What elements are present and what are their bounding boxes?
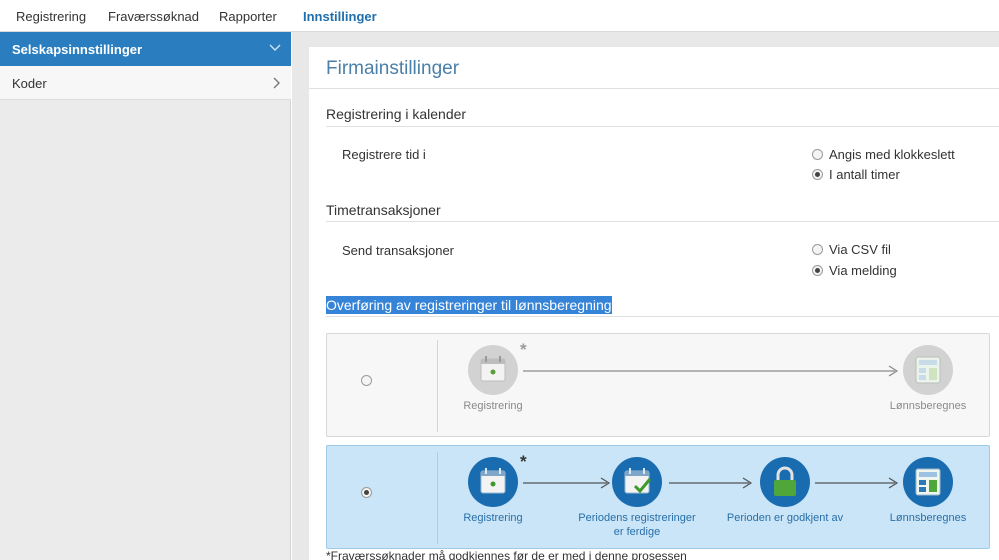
radio-i-antall-timer[interactable]: I antall timer: [812, 167, 900, 182]
radio-label: Via melding: [829, 263, 897, 278]
section-title-transfer: Overføring av registreringer til lønnsbe…: [326, 296, 612, 314]
arrow-right-icon: [815, 477, 899, 489]
tab-registrering[interactable]: Registrering: [16, 9, 86, 24]
step-label-registrering: Registrering: [463, 400, 523, 412]
sidebar-item-label: Selskapsinnstillinger: [12, 42, 143, 57]
step-label-perioden-godkjent: Perioden er godkjent av: [726, 512, 844, 524]
calendar-check-icon: [612, 457, 662, 507]
footnote: *Fraværssøknader må godkjennes før de er…: [326, 549, 687, 560]
section-divider: [326, 126, 999, 127]
top-navigation: Registrering Fraværssøknad Rapporter Inn…: [0, 0, 999, 32]
calendar-icon: [468, 457, 518, 507]
flow-divider: [437, 452, 438, 544]
tab-innstillinger[interactable]: Innstillinger: [303, 9, 377, 24]
section-divider: [326, 316, 999, 317]
flow-option-simple[interactable]: * Registrering Lønnsberegnes: [326, 333, 990, 437]
section-title-calendar: Registrering i kalender: [326, 106, 467, 122]
tab-fravaerssoknad[interactable]: Fraværssøknad: [108, 9, 199, 24]
page-title: Firmainstillinger: [326, 58, 460, 79]
sidebar: Selskapsinnstillinger Koder: [0, 32, 291, 560]
step-star: *: [520, 340, 527, 359]
radio-via-melding[interactable]: Via melding: [812, 263, 897, 278]
title-divider: [309, 88, 999, 89]
sidebar-item-koder[interactable]: Koder: [0, 66, 291, 100]
radio-label: I antall timer: [829, 167, 900, 182]
radio-checked-icon: [812, 169, 823, 180]
section-title-transactions: Timetransaksjoner: [326, 202, 441, 218]
radio-label: Angis med klokkeslett: [829, 147, 955, 162]
calculator-icon: [903, 457, 953, 507]
tab-rapporter[interactable]: Rapporter: [219, 9, 277, 24]
chevron-right-icon: [273, 77, 280, 89]
flow-option-approval[interactable]: * Registrering Periodens registreringer …: [326, 445, 990, 549]
section-divider: [326, 221, 999, 222]
sidebar-item-selskapsinnstillinger[interactable]: Selskapsinnstillinger: [0, 32, 291, 66]
field-label-send-transaksjoner: Send transaksjoner: [342, 243, 455, 258]
step-label-periodens-registreringer: Periodens registreringer er ferdige: [578, 512, 696, 538]
arrow-right-icon: [523, 365, 899, 377]
radio-label: Via CSV fil: [829, 242, 891, 257]
flow-divider: [437, 340, 438, 432]
step-star: *: [520, 452, 527, 471]
sidebar-item-label: Koder: [12, 76, 47, 91]
radio-unchecked-icon: [812, 149, 823, 160]
radio-via-csv-fil[interactable]: Via CSV fil: [812, 242, 891, 257]
chevron-down-icon: [269, 44, 281, 51]
radio-checked-icon[interactable]: [361, 487, 372, 498]
step-label-registrering: Registrering: [463, 512, 523, 524]
arrow-right-icon: [669, 477, 753, 489]
calendar-icon: [468, 345, 518, 395]
calculator-icon: [903, 345, 953, 395]
radio-unchecked-icon: [812, 244, 823, 255]
radio-angis-med-klokkeslett[interactable]: Angis med klokkeslett: [812, 147, 955, 162]
step-label-lonnsberegnes: Lønnsberegnes: [889, 512, 967, 524]
lock-icon: [760, 457, 810, 507]
step-label-lonnsberegnes: Lønnsberegnes: [889, 400, 967, 412]
field-label-registrere-tid: Registrere tid i: [342, 147, 426, 162]
radio-unchecked-icon[interactable]: [361, 375, 372, 386]
radio-checked-icon: [812, 265, 823, 276]
arrow-right-icon: [523, 477, 611, 489]
